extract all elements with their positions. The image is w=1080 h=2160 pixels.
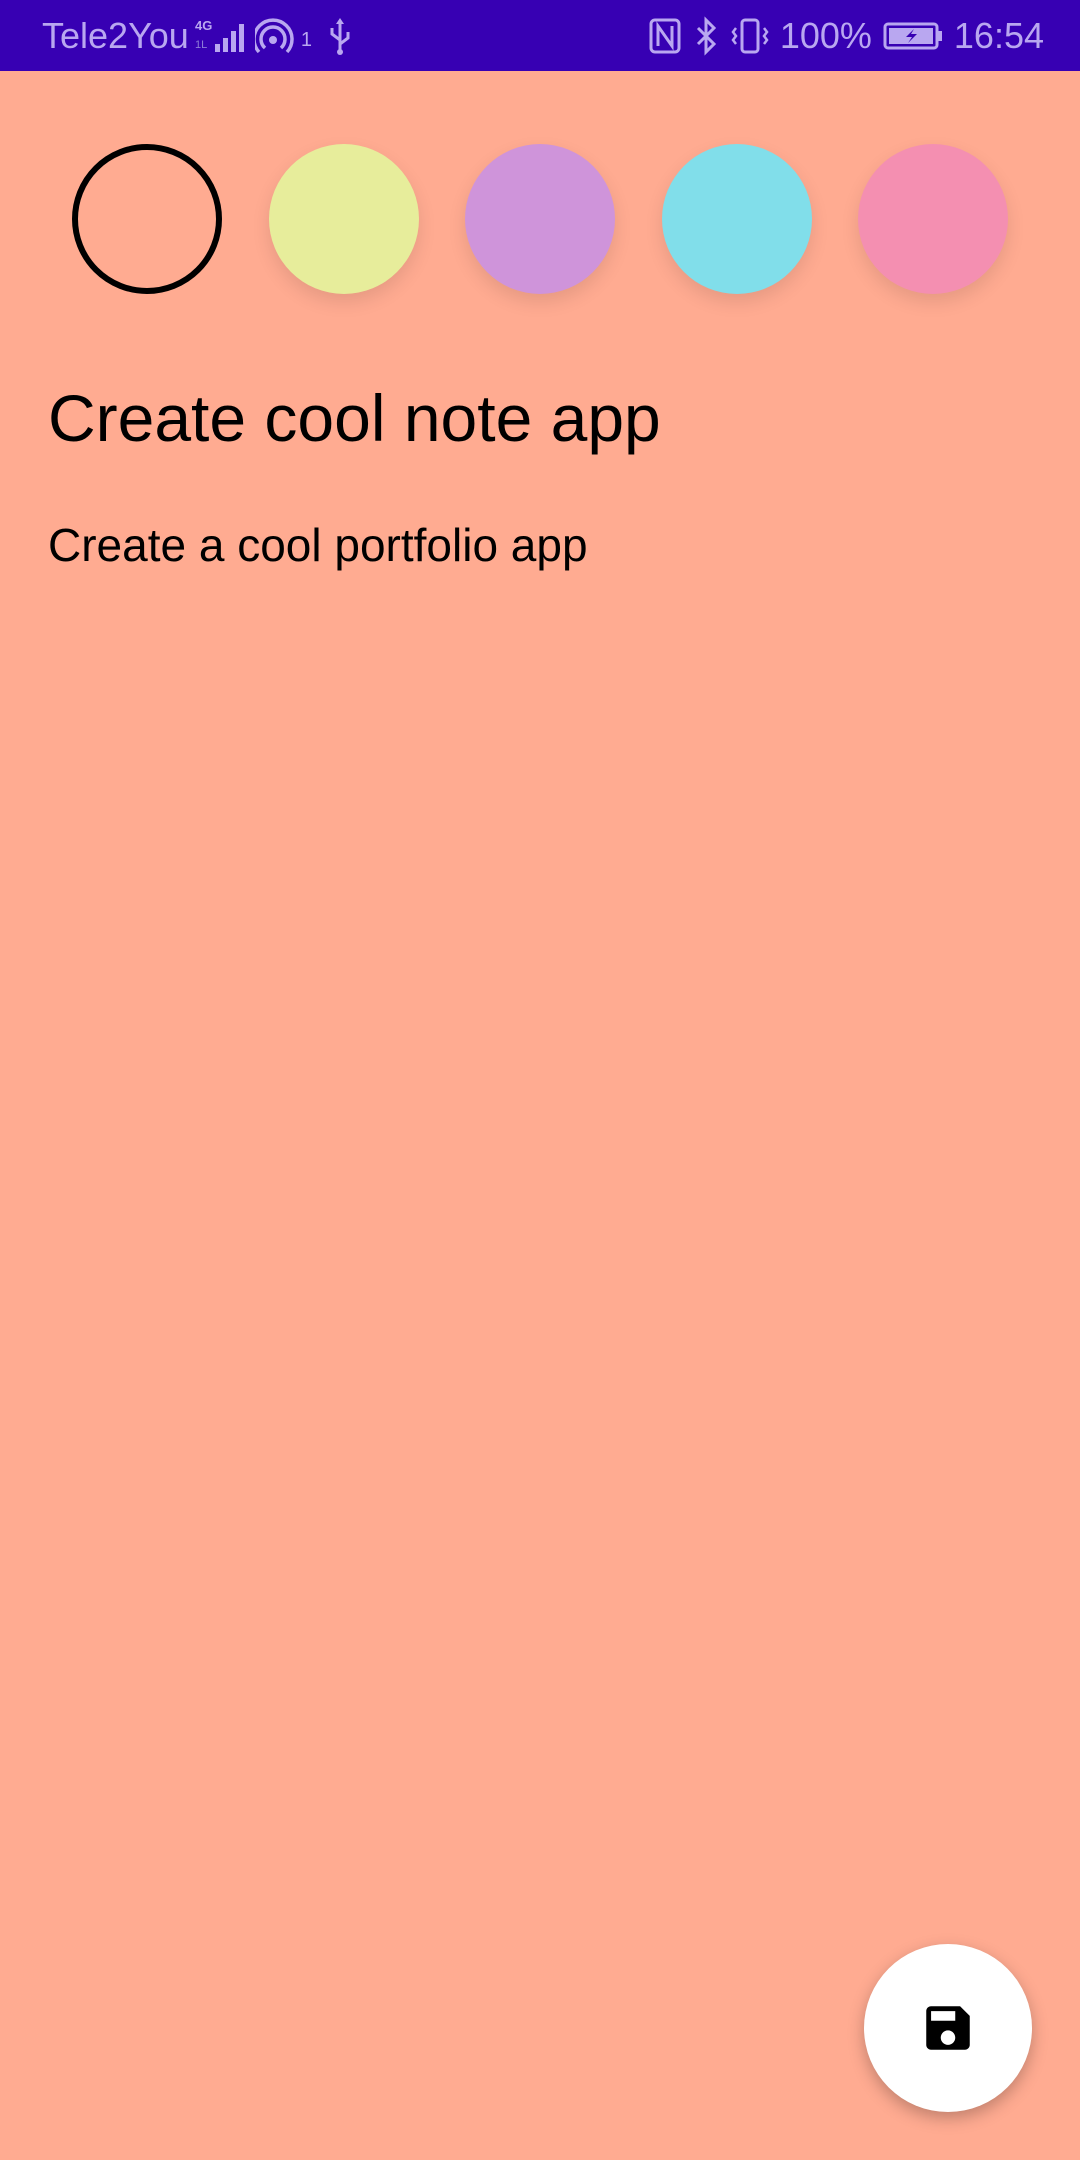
save-button[interactable] xyxy=(864,1944,1032,2112)
note-title-input[interactable]: Create cool note app xyxy=(48,378,661,458)
status-bar: Tele2You 4G 1L 1 100% 16:54 xyxy=(0,0,1080,71)
status-right: 100% 16:54 xyxy=(648,15,1044,57)
network-type-label: 4G xyxy=(195,18,212,33)
color-swatch-cyan[interactable] xyxy=(662,144,812,294)
status-left: Tele2You 4G 1L 1 xyxy=(42,15,354,57)
vibrate-icon xyxy=(730,16,770,56)
color-swatch-orange[interactable] xyxy=(72,144,222,294)
hotspot-icon xyxy=(254,16,295,56)
battery-percent: 100% xyxy=(779,14,872,56)
carrier-name: Tele2You xyxy=(42,14,189,56)
color-picker xyxy=(72,144,1008,294)
clock: 16:54 xyxy=(953,14,1044,56)
color-swatch-yellow[interactable] xyxy=(269,144,419,294)
bluetooth-icon xyxy=(692,15,720,56)
note-content-input[interactable]: Create a cool portfolio app xyxy=(48,515,588,575)
color-swatch-pink[interactable] xyxy=(858,144,1008,294)
color-swatch-purple[interactable] xyxy=(465,144,615,294)
save-icon xyxy=(919,1999,977,2057)
svg-text:1L: 1L xyxy=(195,39,207,51)
battery-charging-icon xyxy=(882,16,944,56)
nfc-icon xyxy=(648,16,682,56)
signal-icon: 4G 1L xyxy=(195,16,249,56)
hotspot-count: 1 xyxy=(300,28,312,51)
usb-icon xyxy=(326,16,354,56)
